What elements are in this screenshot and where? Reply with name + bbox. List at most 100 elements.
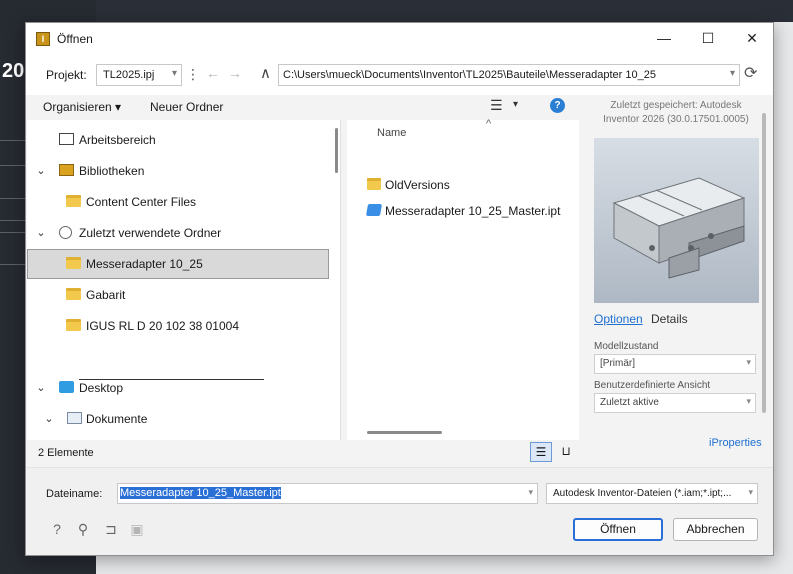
project-select[interactable]: TL2025.ipj ▾ bbox=[96, 64, 182, 86]
nav-item-gabarit[interactable]: Gabarit bbox=[27, 280, 329, 310]
maximize-button[interactable]: ☐ bbox=[686, 23, 730, 54]
organize-label: Organisieren bbox=[43, 100, 112, 114]
chevron-down-icon: ▾ bbox=[729, 68, 735, 79]
folder-icon bbox=[66, 288, 81, 300]
open-button[interactable]: Öffnen bbox=[573, 518, 663, 541]
refresh-icon[interactable]: ⟳ bbox=[744, 63, 757, 83]
search-icon[interactable]: ⚲ bbox=[74, 520, 92, 538]
file-row-oldversions[interactable]: OldVersions bbox=[363, 174, 573, 196]
file-row-label: Messeradapter 10_25_Master.ipt bbox=[385, 204, 561, 218]
chevron-down-icon[interactable]: ⌄ bbox=[35, 381, 47, 394]
back-arrow-icon[interactable]: ← bbox=[206, 65, 220, 81]
details-view-button[interactable]: ☰ bbox=[530, 442, 552, 462]
chevron-down-icon[interactable]: ⌄ bbox=[35, 226, 47, 239]
folder-icon bbox=[367, 178, 381, 190]
preview-scrollbar[interactable] bbox=[762, 113, 766, 413]
design-view-value: Zuletzt aktive bbox=[600, 397, 659, 408]
folder-icon bbox=[66, 257, 81, 269]
close-button[interactable]: ✕ bbox=[730, 23, 774, 54]
project-label: Projekt: bbox=[46, 68, 87, 82]
part-preview-image bbox=[594, 138, 759, 303]
nav-item-content-center-files[interactable]: Content Center Files bbox=[27, 187, 329, 217]
nav-item-messeradapter[interactable]: Messeradapter 10_25 bbox=[27, 249, 329, 279]
file-list-pane: ^ Name OldVersions Messeradapter 10_25_M… bbox=[347, 118, 579, 440]
nav-item-bibliotheken[interactable]: ⌄ Bibliotheken bbox=[27, 156, 329, 186]
project-select-value: TL2025.ipj bbox=[103, 69, 155, 81]
model-state-select[interactable]: [Primär] ▾ bbox=[594, 354, 756, 374]
new-folder-button[interactable]: Neuer Ordner bbox=[150, 100, 223, 114]
nav-item-label: Bibliotheken bbox=[79, 164, 145, 178]
file-list-scrollbar[interactable] bbox=[367, 431, 442, 434]
workspace-icon bbox=[59, 133, 74, 145]
file-row-label: OldVersions bbox=[385, 178, 450, 192]
dialog-titlebar[interactable]: I Öffnen — ☐ ✕ bbox=[26, 23, 773, 54]
part-thumbnail bbox=[612, 177, 746, 279]
part-file-icon bbox=[365, 204, 383, 216]
organize-menu-button[interactable]: Organisieren ▾ bbox=[43, 100, 121, 114]
nav-item-label: Content Center Files bbox=[86, 195, 197, 209]
filename-input[interactable]: Messeradapter 10_25_Master.ipt ▾ bbox=[117, 483, 538, 504]
chevron-down-icon[interactable]: ⌄ bbox=[35, 164, 47, 177]
background-year-text: 20 bbox=[2, 60, 25, 82]
chevron-down-icon: ▾ bbox=[746, 396, 751, 406]
path-address-bar[interactable]: C:\Users\mueck\Documents\Inventor\TL2025… bbox=[278, 64, 740, 86]
nav-scrollbar[interactable] bbox=[335, 128, 338, 173]
library-icon bbox=[59, 164, 74, 176]
filetype-select[interactable]: Autodesk Inventor-Dateien (*.iam;*.ipt;.… bbox=[546, 483, 758, 504]
model-state-label: Modellzustand bbox=[594, 341, 659, 352]
view-options-icon[interactable]: ☰ bbox=[490, 97, 503, 114]
help-icon[interactable]: ? bbox=[550, 98, 565, 113]
iproperties-link[interactable]: iProperties bbox=[709, 437, 762, 449]
cancel-button[interactable]: Abbrechen bbox=[673, 518, 758, 541]
item-count: 2 Elemente bbox=[38, 447, 94, 459]
file-row-master-ipt[interactable]: Messeradapter 10_25_Master.ipt bbox=[363, 200, 573, 222]
help-circle-icon[interactable]: ? bbox=[48, 520, 66, 538]
chevron-down-icon: ▾ bbox=[115, 100, 122, 114]
filename-value: Messeradapter 10_25_Master.ipt bbox=[120, 487, 281, 499]
find-files-icon[interactable]: ⊐ bbox=[102, 520, 120, 538]
tab-details[interactable]: Details bbox=[651, 312, 688, 326]
up-arrow-icon[interactable]: ∧ bbox=[260, 64, 271, 82]
folder-icon bbox=[66, 195, 81, 207]
nav-item-arbeitsbereich[interactable]: Arbeitsbereich bbox=[27, 125, 329, 155]
chevron-down-icon: ▾ bbox=[171, 68, 177, 79]
project-icon[interactable]: ▣ bbox=[128, 520, 146, 538]
saved-with-text: Zuletzt gespeichert: Autodesk Inventor 2… bbox=[603, 100, 749, 125]
sort-ascending-icon: ^ bbox=[486, 118, 492, 130]
more-options-icon[interactable]: ⋮ bbox=[186, 66, 200, 83]
nav-item-label: Arbeitsbereich bbox=[79, 133, 156, 147]
desktop-icon bbox=[59, 381, 74, 393]
folder-icon bbox=[66, 319, 81, 331]
nav-item-igus[interactable]: IGUS RL D 20 102 38 01004 bbox=[27, 311, 329, 341]
documents-icon bbox=[67, 412, 82, 424]
model-state-value: [Primär] bbox=[600, 358, 635, 369]
nav-item-label: Zuletzt verwendete Ordner bbox=[79, 226, 222, 240]
nav-item-desktop[interactable]: ⌄ Desktop bbox=[27, 373, 329, 403]
nav-item-zuletzt-verwendete-ordner[interactable]: ⌄ Zuletzt verwendete Ordner bbox=[27, 218, 329, 248]
background-top-bar bbox=[96, 0, 793, 22]
inventor-app-icon: I bbox=[36, 32, 50, 46]
minimize-button[interactable]: — bbox=[642, 23, 686, 54]
nav-item-label: Gabarit bbox=[86, 288, 126, 302]
chevron-down-icon[interactable]: ⌄ bbox=[43, 412, 55, 425]
chevron-down-icon[interactable]: ▾ bbox=[528, 487, 533, 498]
forward-arrow-icon[interactable]: → bbox=[228, 65, 242, 81]
preview-pane: Zuletzt gespeichert: Autodesk Inventor 2… bbox=[581, 95, 772, 455]
chevron-down-icon[interactable]: ▾ bbox=[513, 99, 518, 110]
tab-options[interactable]: Optionen bbox=[594, 312, 643, 326]
filetype-value: Autodesk Inventor-Dateien (*.iam;*.ipt;.… bbox=[553, 488, 732, 499]
project-row: Projekt: TL2025.ipj ▾ ⋮ ← → ∧ C:\Users\m… bbox=[26, 54, 773, 95]
nav-item-label: Dokumente bbox=[86, 412, 148, 426]
nav-item-label: Messeradapter 10_25 bbox=[86, 257, 203, 271]
chevron-down-icon: ▾ bbox=[748, 487, 753, 497]
nav-item-dokumente[interactable]: ⌄ Dokumente bbox=[27, 404, 329, 434]
bottom-area: Dateiname: Messeradapter 10_25_Master.ip… bbox=[26, 467, 773, 555]
status-bar: 2 Elemente ☰ ⊔ bbox=[27, 441, 580, 465]
tiles-view-button[interactable]: ⊔ bbox=[556, 442, 576, 462]
recent-icon bbox=[59, 226, 72, 239]
design-view-select[interactable]: Zuletzt aktive ▾ bbox=[594, 393, 756, 413]
filename-label: Dateiname: bbox=[46, 488, 103, 500]
column-header-name[interactable]: Name bbox=[377, 127, 406, 139]
path-text: C:\Users\mueck\Documents\Inventor\TL2025… bbox=[283, 69, 656, 81]
nav-item-label: IGUS RL D 20 102 38 01004 bbox=[86, 319, 239, 333]
